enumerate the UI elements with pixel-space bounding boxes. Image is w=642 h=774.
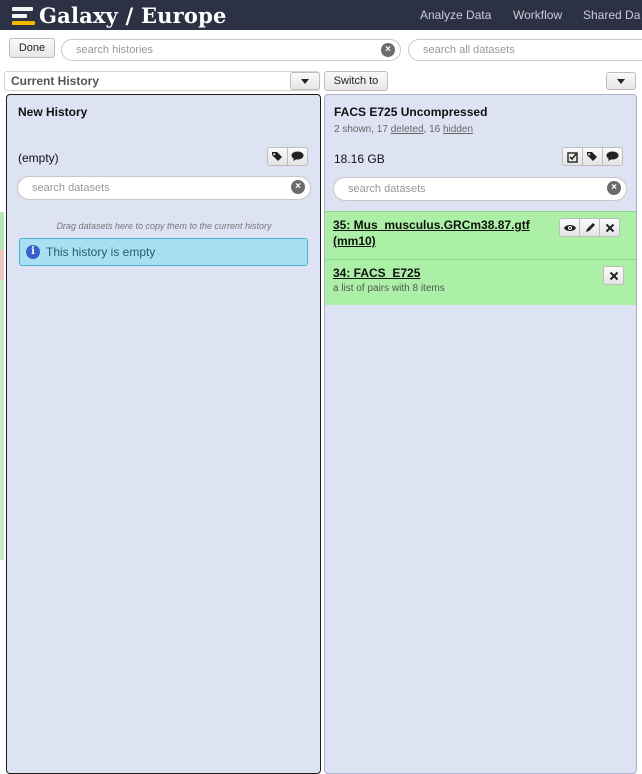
history-title[interactable]: New History bbox=[18, 105, 87, 119]
history-size: 18.16 GB bbox=[334, 152, 385, 166]
left-edge-strip-ok bbox=[0, 280, 4, 560]
clear-search-icon[interactable]: × bbox=[607, 181, 621, 195]
dataset-title[interactable]: 35: Mus_musculus.GRCm38.87.gtf (mm10) bbox=[333, 217, 530, 249]
deleted-link[interactable]: deleted bbox=[391, 124, 424, 135]
delete-icon[interactable] bbox=[603, 266, 624, 285]
select-items-icon[interactable] bbox=[562, 147, 583, 166]
dataset-title-line: 35: Mus_musculus.GRCm38.87.gtf bbox=[333, 218, 530, 232]
brand[interactable]: Galaxy / Europe bbox=[12, 2, 227, 28]
history-counts: 2 shown, 17 deleted, 16 hidden bbox=[334, 124, 473, 135]
empty-history-text: This history is empty bbox=[46, 245, 156, 259]
annotation-icon[interactable] bbox=[602, 147, 623, 166]
search-histories-placeholder: search histories bbox=[76, 44, 154, 56]
history-actions bbox=[267, 147, 308, 166]
drag-hint: Drag datasets here to copy them to the c… bbox=[56, 221, 272, 231]
shown-count: 2 shown, 17 bbox=[334, 124, 391, 135]
pencil-icon[interactable] bbox=[579, 218, 600, 237]
history-search-placeholder: search datasets bbox=[32, 182, 110, 194]
search-all-datasets-input[interactable]: search all datasets bbox=[408, 39, 642, 61]
clear-search-icon[interactable]: × bbox=[381, 43, 395, 57]
nav-workflow[interactable]: Workflow bbox=[513, 8, 562, 22]
nav-analyze-data[interactable]: Analyze Data bbox=[420, 8, 491, 22]
hidden-count: , 16 bbox=[423, 124, 443, 135]
dataset-actions bbox=[559, 218, 620, 237]
current-history-text: Current History bbox=[11, 74, 100, 88]
masthead: Galaxy / Europe Analyze Data Workflow Sh… bbox=[0, 0, 642, 30]
dataset-subtitle: a list of pairs with 8 items bbox=[333, 283, 445, 294]
left-edge-strip-error bbox=[0, 250, 4, 280]
current-history-dropdown-button[interactable] bbox=[290, 72, 320, 90]
info-icon: i bbox=[26, 245, 40, 259]
dataset-item[interactable]: 35: Mus_musculus.GRCm38.87.gtf (mm10) bbox=[325, 211, 636, 259]
chevron-down-icon bbox=[301, 78, 309, 84]
dataset-item[interactable]: 34: FACS_E725 a list of pairs with 8 ite… bbox=[325, 259, 636, 305]
right-history-dropdown-button[interactable] bbox=[606, 72, 636, 90]
history-search-input[interactable]: search datasets × bbox=[17, 176, 311, 200]
switch-to-button[interactable]: Switch to bbox=[324, 71, 388, 91]
dataset-actions bbox=[603, 266, 624, 285]
history-actions bbox=[562, 147, 623, 166]
search-histories-input[interactable]: search histories × bbox=[61, 39, 401, 61]
current-history-panel: New History (empty) search datasets × Dr… bbox=[6, 94, 321, 774]
history-title[interactable]: FACS E725 Uncompressed bbox=[334, 105, 487, 119]
brand-title: Galaxy / Europe bbox=[39, 2, 227, 28]
tags-icon[interactable] bbox=[267, 147, 288, 166]
annotation-icon[interactable] bbox=[287, 147, 308, 166]
search-all-datasets-placeholder: search all datasets bbox=[423, 44, 515, 56]
dataset-title-line: (mm10) bbox=[333, 234, 376, 248]
dataset-title[interactable]: 34: FACS_E725 bbox=[333, 265, 420, 281]
other-history-panel: FACS E725 Uncompressed 2 shown, 17 delet… bbox=[324, 94, 637, 774]
clear-search-icon[interactable]: × bbox=[291, 180, 305, 194]
chevron-down-icon bbox=[617, 78, 625, 84]
tags-icon[interactable] bbox=[582, 147, 603, 166]
empty-history-message: i This history is empty bbox=[19, 238, 308, 266]
nav-shared-data[interactable]: Shared Da bbox=[583, 8, 640, 22]
eye-icon[interactable] bbox=[559, 218, 580, 237]
done-button[interactable]: Done bbox=[9, 38, 55, 58]
current-history-label: Current History bbox=[4, 71, 320, 91]
galaxy-logo-icon bbox=[12, 4, 35, 26]
delete-icon[interactable] bbox=[599, 218, 620, 237]
history-size: (empty) bbox=[18, 151, 59, 165]
hidden-link[interactable]: hidden bbox=[443, 124, 473, 135]
history-search-placeholder: search datasets bbox=[348, 183, 426, 195]
history-search-input[interactable]: search datasets × bbox=[333, 177, 627, 201]
left-edge-strip bbox=[0, 212, 4, 250]
